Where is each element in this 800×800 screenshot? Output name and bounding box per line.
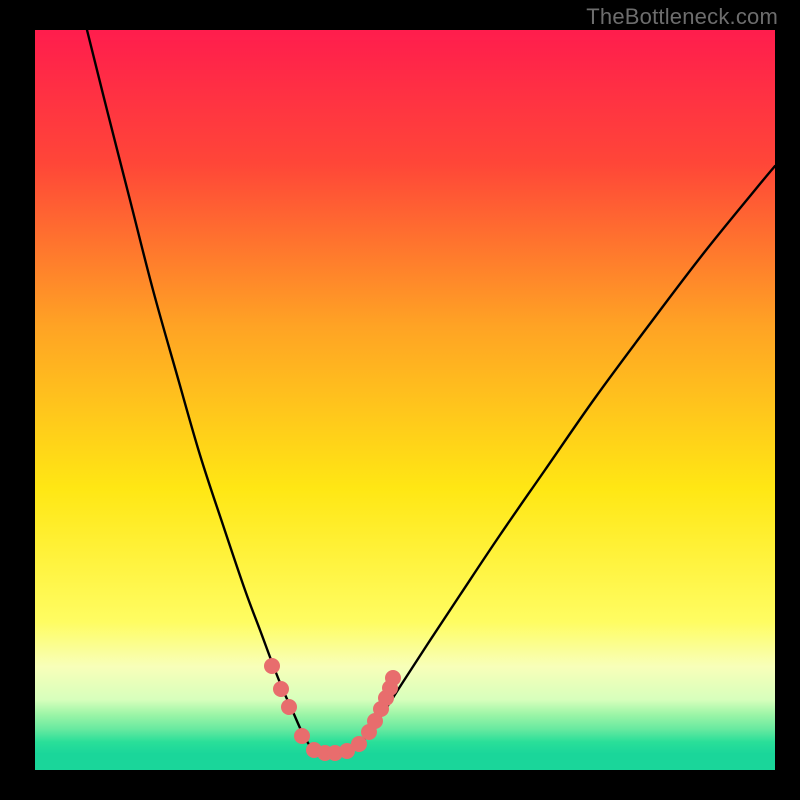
right-branch [353, 166, 775, 750]
valley-marker [385, 670, 401, 686]
valley-markers [264, 658, 401, 761]
curve-layer [35, 30, 775, 770]
watermark-label: TheBottleneck.com [586, 4, 778, 30]
plot-area [35, 30, 775, 770]
left-branch [87, 30, 314, 750]
valley-marker [281, 699, 297, 715]
valley-marker [264, 658, 280, 674]
chart-frame: TheBottleneck.com [0, 0, 800, 800]
valley-marker [273, 681, 289, 697]
valley-marker [294, 728, 310, 744]
